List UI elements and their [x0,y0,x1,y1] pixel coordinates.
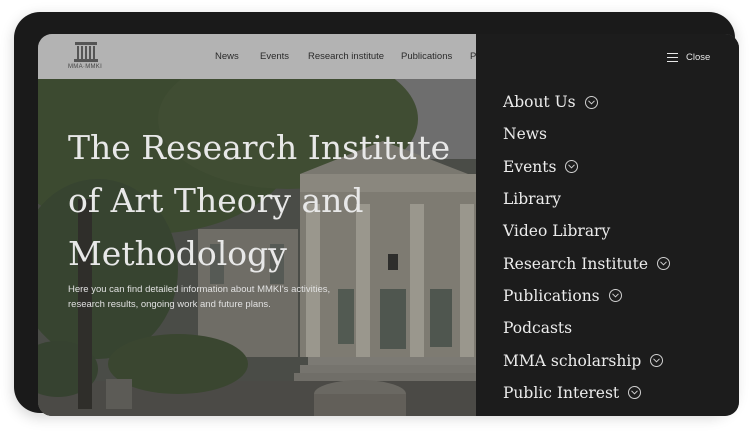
close-menu-button[interactable]: Close [667,50,710,64]
chevron-down-icon[interactable] [608,289,622,303]
menu-item-video-library[interactable]: Video Library [503,215,670,247]
menu-item-label: News [503,125,547,144]
nav-news[interactable]: News [215,51,239,62]
menu-item-mma-scholarship[interactable]: MMA scholarship [503,344,670,376]
site-logo-text: MMA·MMKI [68,64,103,70]
menu-item-research-institute[interactable]: Research Institute [503,247,671,279]
chevron-down-icon[interactable] [657,257,671,271]
hero-title-line: Methodology [68,234,287,273]
hamburger-icon [667,52,678,62]
menu-item-label: Publications [503,286,600,305]
chevron-down-icon[interactable] [584,95,598,109]
menu-item-label: Events [503,157,557,176]
menu-item-events[interactable]: Events [503,151,670,183]
nav-research-institute[interactable]: Research institute [308,51,384,62]
chevron-down-icon[interactable] [565,160,579,174]
menu-list: About Us News Events Library Video Libra… [503,86,671,409]
menu-panel: Close About Us News Events Library Video… [476,34,739,416]
menu-item-publications[interactable]: Publications [503,280,670,312]
menu-item-label: Podcasts [503,319,573,338]
device-frame: MMA·MMKI News Events Research institute … [14,12,739,416]
chevron-down-icon[interactable] [628,386,642,400]
menu-item-label: Public Interest [503,383,620,402]
menu-item-label: About Us [503,93,576,112]
website-page: MMA·MMKI News Events Research institute … [38,34,476,416]
hero-title: The Research Institute of Art Theory and… [68,121,458,280]
hero-section: The Research Institute of Art Theory and… [38,79,476,416]
nav-publications[interactable]: Publications [401,51,452,62]
menu-item-label: Library [503,190,561,209]
menu-item-label: Video Library [503,222,611,241]
menu-item-about-us[interactable]: About Us [503,86,670,118]
hero-description-line: Here you can find detailed information a… [68,284,331,295]
hero-description: Here you can find detailed information a… [68,282,368,312]
menu-item-public-interest[interactable]: Public Interest [503,377,670,409]
nav-events[interactable]: Events [260,51,289,62]
menu-item-library[interactable]: Library [503,183,670,215]
hero-description-line: research results, ongoing work and futur… [68,299,271,310]
browser-viewport: MMA·MMKI News Events Research institute … [38,34,739,416]
menu-item-label: Research Institute [503,254,649,273]
hero-title-line: The Research Institute [68,128,451,167]
chevron-down-icon[interactable] [650,354,664,368]
close-label: Close [686,51,711,63]
hero-title-line: of Art Theory and [68,181,364,220]
site-header: MMA·MMKI News Events Research institute … [38,34,476,79]
menu-item-podcasts[interactable]: Podcasts [503,312,670,344]
menu-item-label: MMA scholarship [503,351,642,370]
menu-item-news[interactable]: News [503,118,670,150]
